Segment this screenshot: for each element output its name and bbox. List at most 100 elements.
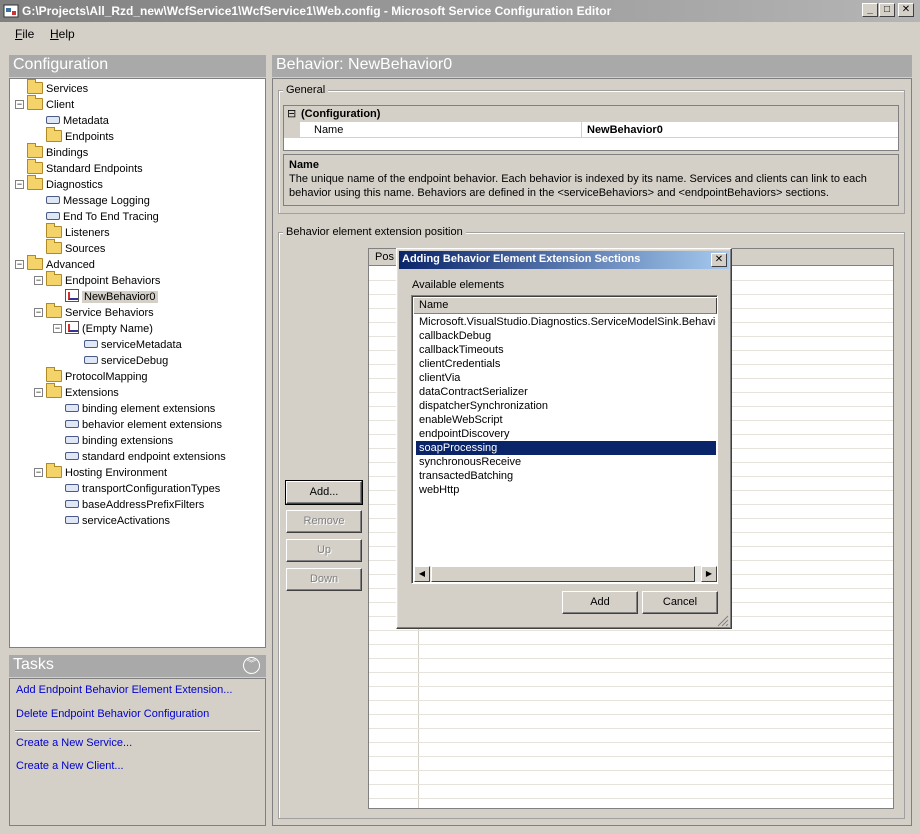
tree-item[interactable]: Message Logging: [34, 193, 150, 209]
tree-item[interactable]: serviceActivations: [53, 513, 170, 529]
folder-icon: [27, 143, 43, 158]
name-property-value[interactable]: NewBehavior0: [587, 122, 663, 138]
tree-item[interactable]: baseAddressPrefixFilters: [53, 497, 204, 513]
tree-item[interactable]: Endpoints: [34, 127, 114, 145]
extension-label: Behavior element extension position: [283, 226, 466, 238]
tree-item[interactable]: standard endpoint extensions: [53, 449, 226, 465]
tree-item[interactable]: Bindings: [15, 143, 89, 161]
dialog-cancel-button[interactable]: Cancel: [642, 591, 718, 614]
dialog-add-button[interactable]: Add: [562, 591, 638, 614]
tree-item[interactable]: transportConfigurationTypes: [53, 481, 220, 497]
property-grid[interactable]: ⊟ (Configuration) Name NewBehavior0: [283, 105, 899, 151]
list-item[interactable]: dispatcherSynchronization: [416, 399, 716, 413]
close-button[interactable]: ✕: [898, 3, 914, 17]
task-delete-behavior-link[interactable]: Delete Endpoint Behavior Configuration: [16, 708, 209, 720]
tree-item[interactable]: − (Empty Name): [53, 321, 153, 337]
name-column-header[interactable]: Name: [414, 298, 717, 314]
collapse-icon[interactable]: ⊟: [287, 106, 296, 122]
window-title-bar[interactable]: G:\Projects\All_Rzd_new\WcfService1\WcfS…: [0, 0, 920, 22]
list-item[interactable]: callbackDebug: [416, 329, 716, 343]
tree-item[interactable]: − Hosting Environment: [34, 463, 167, 481]
list-item[interactable]: dataContractSerializer: [416, 385, 716, 399]
tree-item-label: Metadata: [63, 115, 109, 127]
list-item[interactable]: endpointDiscovery: [416, 427, 716, 441]
scroll-right-icon[interactable]: ▶: [701, 566, 717, 582]
list-item[interactable]: clientCredentials: [416, 357, 716, 371]
resize-grip-icon[interactable]: [715, 613, 729, 627]
scrollbar-thumb[interactable]: [431, 566, 695, 582]
tree-item[interactable]: behavior element extensions: [53, 417, 222, 433]
list-item[interactable]: clientVia: [416, 371, 716, 385]
category-row[interactable]: ⊟ (Configuration): [284, 106, 898, 122]
horizontal-scrollbar[interactable]: ◀ ▶: [414, 566, 717, 582]
tree-item[interactable]: − Diagnostics: [15, 175, 103, 193]
node-icon: [65, 436, 79, 444]
folder-icon: [27, 175, 43, 190]
tree-expander-icon[interactable]: −: [53, 324, 62, 333]
tree-item[interactable]: − Extensions: [34, 383, 119, 401]
grid-line: [369, 700, 893, 701]
tree-item[interactable]: serviceDebug: [72, 353, 168, 369]
add-extension-button[interactable]: Add...: [285, 480, 363, 505]
add-extension-dialog: Adding Behavior Element Extension Sectio…: [396, 248, 732, 629]
scroll-left-icon[interactable]: ◀: [414, 566, 430, 582]
menu-file[interactable]: File: [15, 27, 34, 41]
folder-icon: [46, 367, 62, 382]
dialog-close-button[interactable]: ✕: [711, 253, 727, 267]
list-item[interactable]: Microsoft.VisualStudio.Diagnostics.Servi…: [416, 315, 716, 329]
tree-expander-icon[interactable]: −: [15, 180, 24, 189]
configuration-tree[interactable]: Services − Client Metadata Endpoints Bindings…: [9, 78, 266, 648]
tree-item[interactable]: Sources: [34, 239, 105, 257]
task-add-extension-link[interactable]: Add Endpoint Behavior Element Extension.…: [16, 684, 232, 696]
tree-item[interactable]: − Service Behaviors: [34, 303, 154, 321]
menu-help[interactable]: Help: [50, 27, 75, 41]
description-text: The unique name of the endpoint behavior…: [289, 173, 867, 199]
description-title: Name: [289, 159, 319, 171]
tree-item[interactable]: NewBehavior0: [53, 289, 158, 305]
list-item[interactable]: transactedBatching: [416, 469, 716, 483]
tree-expander-icon[interactable]: −: [34, 276, 43, 285]
tree-item[interactable]: binding element extensions: [53, 401, 215, 417]
tree-item-label: transportConfigurationTypes: [82, 483, 221, 495]
tree-item[interactable]: binding extensions: [53, 433, 173, 449]
task-create-client-link[interactable]: Create a New Client...: [16, 760, 124, 772]
dialog-title-bar[interactable]: Adding Behavior Element Extension Sectio…: [399, 251, 729, 269]
collapse-chevron-icon[interactable]: ︾: [243, 657, 260, 674]
task-create-service-link[interactable]: Create a New Service...: [16, 737, 132, 749]
tree-item-label: Service Behaviors: [65, 307, 154, 319]
tree-expander-icon[interactable]: −: [15, 260, 24, 269]
folder-icon: [46, 271, 62, 286]
remove-button[interactable]: Remove: [286, 510, 362, 533]
maximize-button[interactable]: □: [879, 3, 895, 17]
list-item[interactable]: webHttp: [416, 483, 716, 497]
grid-line: [369, 742, 893, 743]
folder-icon: [46, 223, 62, 238]
tree-item[interactable]: Services: [15, 79, 88, 97]
tree-item[interactable]: − Client: [15, 95, 74, 113]
behavior-header: Behavior: NewBehavior0: [272, 55, 912, 77]
list-item[interactable]: enableWebScript: [416, 413, 716, 427]
tree-expander-icon[interactable]: −: [34, 468, 43, 477]
tree-expander-icon[interactable]: −: [34, 388, 43, 397]
tree-expander-icon[interactable]: −: [34, 308, 43, 317]
list-item[interactable]: soapProcessing: [416, 441, 716, 455]
folder-icon: [46, 303, 62, 318]
name-property-row[interactable]: Name NewBehavior0: [284, 122, 898, 138]
tree-item[interactable]: − Endpoint Behaviors: [34, 271, 160, 289]
down-button[interactable]: Down: [286, 568, 362, 591]
position-column-header[interactable]: Pos: [375, 251, 394, 263]
list-item[interactable]: callbackTimeouts: [416, 343, 716, 357]
up-button[interactable]: Up: [286, 539, 362, 562]
tree-item-label: Bindings: [46, 147, 89, 159]
available-elements-label: Available elements: [412, 279, 505, 291]
minimize-button[interactable]: _: [862, 3, 878, 17]
grid-line: [369, 658, 893, 659]
grid-line: [369, 728, 893, 729]
available-elements-list[interactable]: Name Microsoft.VisualStudio.Diagnostics.…: [411, 295, 718, 584]
node-icon: [84, 340, 98, 348]
tree-expander-icon[interactable]: −: [15, 100, 24, 109]
node-icon: [65, 484, 79, 492]
tree-item[interactable]: serviceMetadata: [72, 337, 182, 353]
list-item[interactable]: synchronousReceive: [416, 455, 716, 469]
folder-icon: [46, 239, 62, 254]
